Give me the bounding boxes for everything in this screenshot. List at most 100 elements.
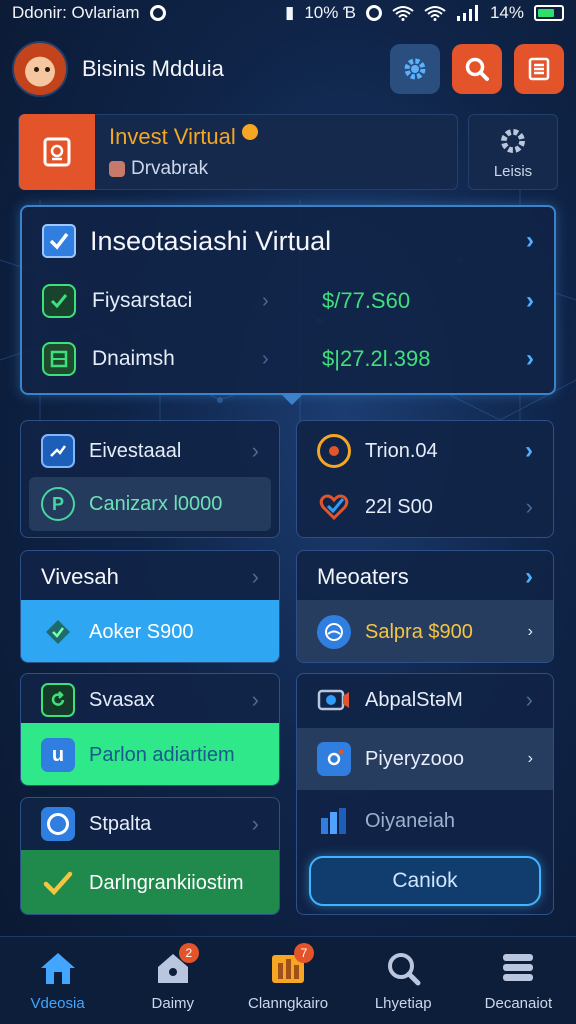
chevron-right-icon: ›: [262, 347, 269, 370]
chevron-right-icon: ›: [262, 289, 269, 312]
chevron-right-icon: ›: [525, 563, 533, 590]
meoaters-pill-text: Salpra $900: [365, 620, 473, 643]
invest-banner[interactable]: Invest Virtual Drvabrak: [18, 114, 458, 190]
nav-item-search[interactable]: Lhyetiap: [346, 937, 461, 1024]
invest-card-row[interactable]: Eivestaaal ›: [21, 431, 279, 471]
investment-summary-card[interactable]: Inseotasiashi Virtual › Fiysarstaci › $/…: [20, 205, 556, 405]
chevron-right-icon: ›: [527, 750, 533, 767]
stack-icon: [498, 949, 538, 987]
svasax-pill[interactable]: u Parlon adiartiem: [21, 723, 279, 785]
avatar[interactable]: [12, 41, 68, 97]
vivesah-pill[interactable]: Aoker S900: [21, 600, 279, 662]
chevron-right-icon: ›: [251, 438, 259, 463]
vivesah-pill-text: Aoker S900: [89, 620, 194, 643]
spalta-card[interactable]: Stpalta › Darlngrankiiostim: [20, 797, 280, 915]
apps-card[interactable]: AbpalStəM › Piyeryzooo › Oiyaneiah Canio…: [296, 673, 554, 915]
chevron-right-icon: ›: [251, 687, 259, 712]
search-button[interactable]: [452, 44, 502, 94]
app-header: Bisinis Mdduia: [12, 38, 564, 100]
svasax-card-header[interactable]: Svasax ›: [21, 680, 279, 720]
diamond-icon: [41, 615, 75, 649]
vivesah-card-header[interactable]: Vivesah ›: [21, 557, 279, 597]
app-u-icon: u: [41, 738, 75, 772]
summary-item[interactable]: Fiysarstaci › $/77.S60 ›: [42, 281, 534, 321]
cta-button[interactable]: Caniok: [309, 856, 541, 906]
vivesah-card[interactable]: Vivesah › Aoker S900: [20, 550, 280, 663]
nav-item-2[interactable]: 2 Daimy: [115, 937, 230, 1024]
apps-row-highlight[interactable]: Piyeryzooo ›: [297, 728, 553, 790]
trion-card[interactable]: Trion.04 › 22l S00 ›: [296, 420, 554, 538]
meoaters-pill[interactable]: Salpra $900 ›: [297, 600, 553, 662]
spalta-pill[interactable]: Darlngrankiiostim: [21, 850, 279, 914]
chevron-right-icon: ›: [525, 494, 533, 519]
spalta-title: Stpalta: [89, 812, 152, 835]
chevron-right-icon: ›: [525, 687, 533, 712]
menu-button[interactable]: [514, 44, 564, 94]
settings-card[interactable]: Leisis: [468, 114, 558, 190]
gear-icon: [501, 128, 525, 153]
trion-card-label: Trion.04: [365, 439, 438, 462]
nav-label: Clanngkairo: [247, 995, 329, 1012]
trion-card-value: 22l S00: [365, 495, 433, 518]
svasax-card[interactable]: Svasax › u Parlon adiartiem: [20, 673, 280, 786]
status-bar: Ddonir: Ovlariam ▮ 10% Ɓ 14%: [0, 0, 576, 26]
vivesah-title: Vivesah: [41, 564, 119, 589]
summary-title-row[interactable]: Inseotasiashi Virtual ›: [42, 221, 534, 261]
chevron-right-icon: ›: [251, 564, 259, 589]
settings-label: Leisis: [493, 162, 533, 180]
apps-card-row[interactable]: Oiyaneiah: [297, 800, 553, 842]
circle-icon: [41, 807, 75, 841]
settings-button[interactable]: [390, 44, 440, 94]
status-signal-text: 10% Ɓ: [304, 3, 356, 22]
globe-icon: [317, 615, 351, 649]
trion-card-row[interactable]: Trion.04 ›: [297, 431, 553, 471]
wifi-icon: [392, 6, 414, 21]
nav-label: Lhyetiap: [374, 995, 432, 1012]
summary-item-amount: $|27.2l.398: [322, 346, 431, 371]
chevron-right-icon: ›: [526, 227, 534, 254]
refresh-icon: [41, 683, 75, 717]
battery-percent: 14%: [489, 3, 524, 22]
wallet-icon: [19, 114, 95, 190]
apps-row-label: AbpalStəM: [365, 688, 463, 711]
chevron-right-icon: ›: [526, 345, 534, 372]
summary-title: Inseotasiashi Virtual: [90, 225, 332, 256]
chevron-right-icon: ›: [525, 437, 533, 464]
lock-icon: ▮: [284, 3, 295, 22]
meoaters-card[interactable]: Meoaters › Salpra $900 ›: [296, 550, 554, 663]
shield-check-icon: [42, 284, 76, 318]
target-icon: [317, 434, 351, 468]
apps-row-label: Piyeryzooo: [365, 747, 464, 770]
meoaters-card-header[interactable]: Meoaters ›: [297, 557, 553, 597]
svasax-title: Svasax: [89, 688, 155, 711]
chevron-right-icon: ›: [527, 623, 533, 640]
chart-icon: 7: [268, 943, 314, 987]
nav-item-3[interactable]: 7 Clanngkairo: [230, 937, 345, 1024]
battery-icon: [534, 5, 564, 21]
home-icon: [38, 949, 78, 987]
svasax-pill-text: Parlon adiartiem: [89, 743, 235, 766]
notification-badge: 7: [294, 943, 314, 963]
invest-card[interactable]: Eivestaaal › P Canizarx l0000: [20, 420, 280, 538]
apps-card-row[interactable]: AbpalStəM ›: [297, 680, 553, 720]
summary-item[interactable]: Dnaimsh › $|27.2l.398 ›: [42, 339, 534, 379]
camera-icon: [317, 683, 351, 717]
checkbox[interactable]: [42, 224, 76, 258]
connect-icon: [317, 742, 351, 776]
spalta-pill-text: Darlngrankiiostim: [89, 871, 244, 894]
search-icon: [465, 57, 489, 81]
meoaters-title: Meoaters: [317, 564, 409, 589]
bar-chart-icon: [317, 804, 351, 838]
user-name: Bisinis Mdduia: [82, 56, 224, 81]
bottom-navigation: Vdeosia 2 Daimy 7 Clanngkairo Lhyetiap D…: [0, 936, 576, 1024]
status-left-text: Ddonir: Ovlariam: [12, 3, 140, 22]
checkmark-icon: [41, 866, 75, 900]
nav-item-home[interactable]: Vdeosia: [0, 937, 115, 1024]
nav-item-menu[interactable]: Decanaiot: [461, 937, 576, 1024]
document-icon: [42, 342, 76, 376]
spalta-card-header[interactable]: Stpalta ›: [21, 804, 279, 844]
trion-card-row[interactable]: 22l S00 ›: [297, 487, 553, 527]
heart-check-icon: [317, 490, 351, 524]
invest-card-pill[interactable]: P Canizarx l0000: [29, 477, 271, 531]
banner-title: Invest Virtual: [109, 124, 258, 150]
